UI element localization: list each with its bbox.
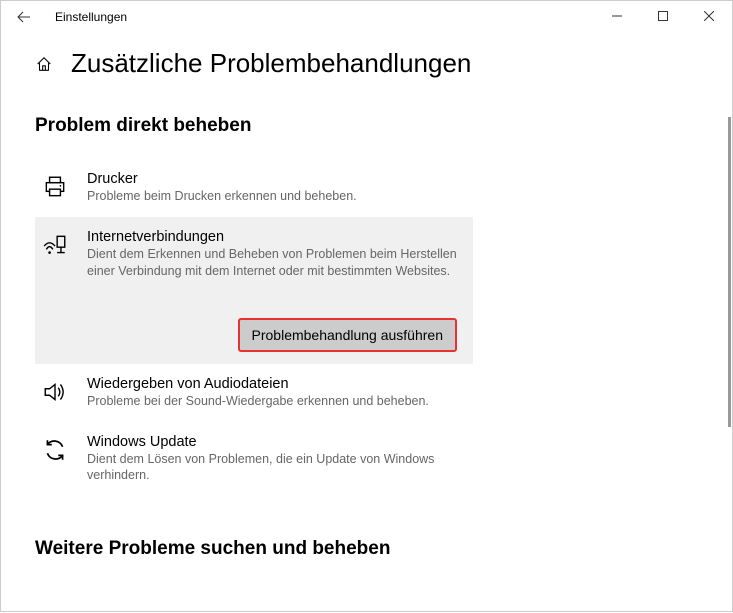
sync-icon [39,434,71,466]
section-find-fix: Weitere Probleme suchen und beheben [35,538,698,560]
item-title: Windows Update [87,434,461,450]
item-text: Drucker Probleme beim Drucken erkennen u… [87,171,461,205]
item-text: Windows Update Dient dem Lösen von Probl… [87,434,461,485]
home-icon [35,55,53,73]
run-button-wrap: Problembehandlung ausführen [39,318,461,352]
item-desc: Dient dem Erkennen und Beheben von Probl… [87,246,461,280]
troubleshooter-item-printer[interactable]: Drucker Probleme beim Drucken erkennen u… [35,159,473,217]
home-button[interactable] [35,55,53,73]
minimize-button[interactable] [594,1,640,31]
section-heading-find: Weitere Probleme suchen und beheben [35,538,698,560]
maximize-icon [658,11,668,21]
maximize-button[interactable] [640,1,686,31]
item-text: Internetverbindungen Dient dem Erkennen … [87,229,461,280]
item-desc: Dient dem Lösen von Problemen, die ein U… [87,451,461,485]
item-desc: Probleme bei der Sound-Wiedergabe erkenn… [87,393,461,410]
item-title: Wiedergeben von Audiodateien [87,376,461,392]
minimize-icon [612,11,622,21]
troubleshooter-item-internet[interactable]: Internetverbindungen Dient dem Erkennen … [35,217,473,364]
arrow-left-icon [17,10,31,24]
item-title: Drucker [87,171,461,187]
title-bar: Einstellungen [1,1,732,33]
scrollbar[interactable] [728,117,731,427]
troubleshooter-item-windows-update[interactable]: Windows Update Dient dem Lösen von Probl… [35,422,473,497]
troubleshooter-item-audio[interactable]: Wiedergeben von Audiodateien Probleme be… [35,364,473,422]
close-button[interactable] [686,1,732,31]
page-title: Zusätzliche Problembehandlungen [71,48,471,79]
window-controls [594,1,732,31]
window-title: Einstellungen [55,10,127,24]
item-desc: Probleme beim Drucken erkennen und beheb… [87,188,461,205]
troubleshooter-list: Drucker Probleme beim Drucken erkennen u… [35,159,473,496]
network-icon [39,229,71,261]
item-text: Wiedergeben von Audiodateien Probleme be… [87,376,461,410]
content-area: Zusätzliche Problembehandlungen Problem … [1,33,732,613]
printer-icon [39,171,71,203]
page-header: Zusätzliche Problembehandlungen [35,48,698,79]
speaker-icon [39,376,71,408]
back-button[interactable] [17,10,31,24]
run-troubleshooter-button[interactable]: Problembehandlung ausführen [238,318,457,352]
item-title: Internetverbindungen [87,229,461,245]
close-icon [704,11,714,21]
section-heading-fix: Problem direkt beheben [35,115,698,137]
